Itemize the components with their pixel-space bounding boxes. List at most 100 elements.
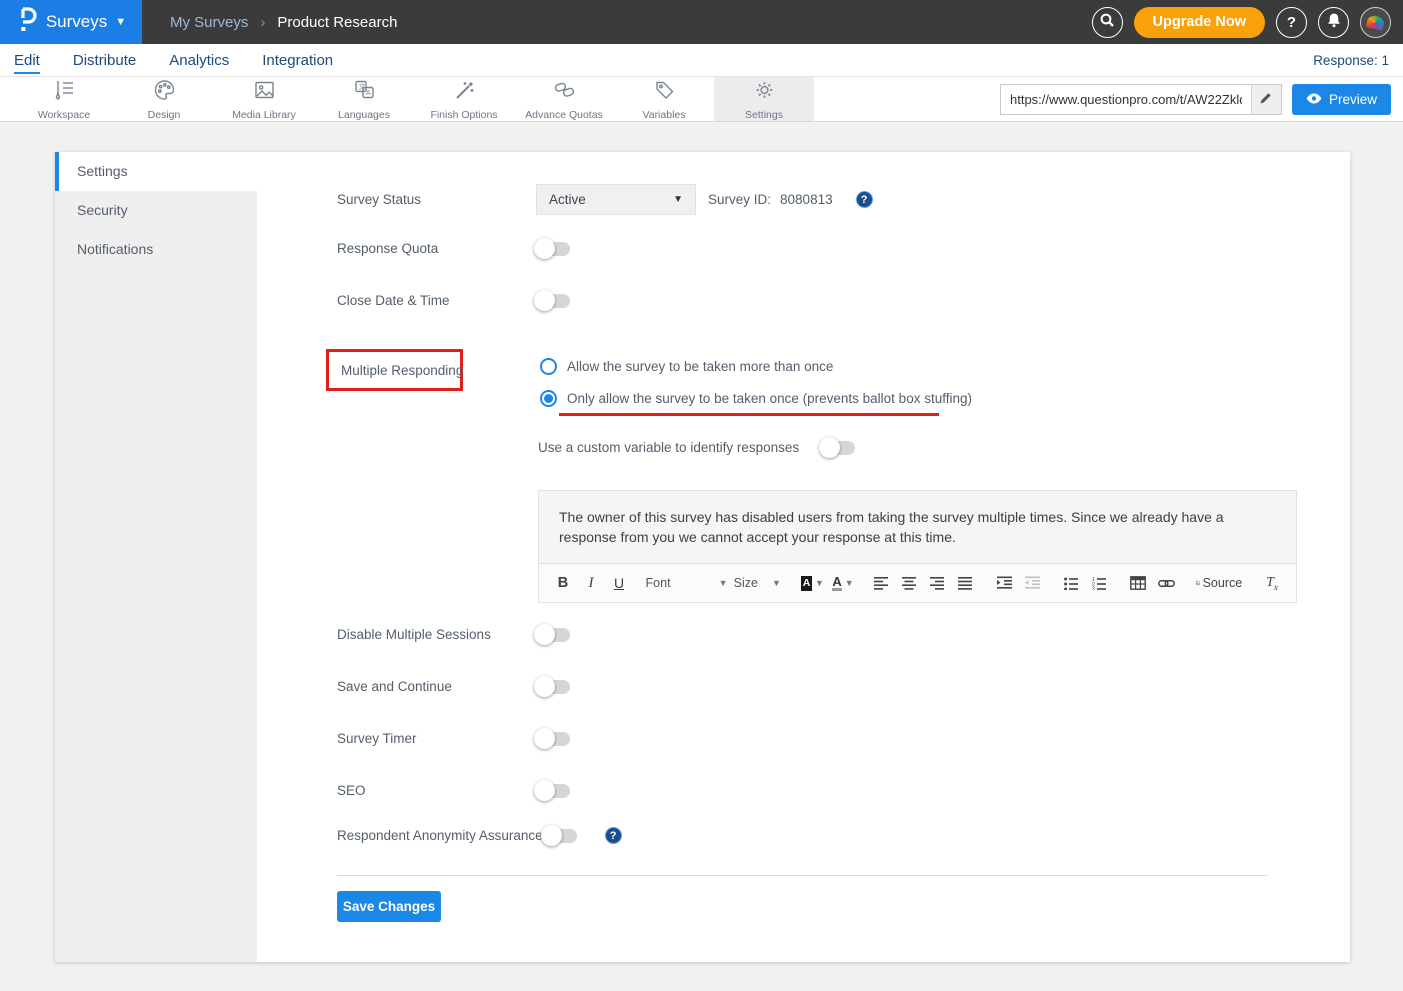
svg-text:A: A <box>365 88 370 97</box>
chevron-down-icon: ▼ <box>815 578 824 588</box>
media-library-icon <box>252 78 277 107</box>
svg-text:3: 3 <box>1092 586 1095 590</box>
edit-url-button[interactable] <box>1251 85 1281 114</box>
chevron-down-icon: ▼ <box>845 578 854 588</box>
numbered-list-button[interactable]: 123 <box>1087 570 1111 596</box>
survey-status-row: Survey Status Active ▼ Survey ID: 808081… <box>337 184 873 215</box>
custom-variable-row: Use a custom variable to identify respon… <box>538 440 855 455</box>
toolbar-item-languages[interactable]: 文A Languages <box>314 77 414 121</box>
survey-timer-row: Survey Timer <box>337 731 570 746</box>
survey-id: Survey ID: 8080813 ? <box>708 191 873 208</box>
tab-integration[interactable]: Integration <box>262 52 333 69</box>
breadcrumb-my-surveys[interactable]: My Surveys <box>170 14 248 31</box>
help-button[interactable]: ? <box>1276 7 1307 38</box>
bold-button[interactable]: B <box>551 570 575 596</box>
survey-status-help-icon[interactable]: ? <box>856 191 873 208</box>
bell-icon <box>1326 12 1342 32</box>
outdent-button[interactable] <box>1021 570 1045 596</box>
notifications-button[interactable] <box>1318 7 1349 38</box>
toolbar-item-variables[interactable]: Variables <box>614 77 714 121</box>
toolbar-item-settings[interactable]: Settings <box>714 77 814 121</box>
disabled-message-text[interactable]: The owner of this survey has disabled us… <box>539 491 1296 563</box>
survey-status-label: Survey Status <box>337 192 536 207</box>
survey-id-label: Survey ID: <box>708 192 771 207</box>
close-date-row: Close Date & Time <box>337 293 570 308</box>
remove-format-button[interactable]: Tx <box>1260 570 1284 596</box>
save-and-continue-label: Save and Continue <box>337 679 536 694</box>
multiple-responding-label: Multiple Responding <box>341 363 460 378</box>
respondent-anonymity-help-icon[interactable]: ? <box>605 827 622 844</box>
toolbar-item-design[interactable]: Design <box>114 77 214 121</box>
source-button[interactable]: ◈ Source <box>1193 570 1245 596</box>
survey-status-select[interactable]: Active ▼ <box>536 184 696 215</box>
table-button[interactable] <box>1126 570 1150 596</box>
edit-toolbar: Workspace Design Media Library 文A Langua… <box>0 77 1403 122</box>
workspace-icon <box>52 78 77 107</box>
breadcrumb-current: Product Research <box>277 14 397 31</box>
questionpro-logo <box>16 6 38 38</box>
seo-label: SEO <box>337 783 536 798</box>
finish-options-icon <box>452 78 477 107</box>
multiple-responding-option-1: Allow the survey to be taken more than o… <box>540 358 833 375</box>
align-center-button[interactable] <box>898 570 922 596</box>
design-icon <box>152 78 177 107</box>
toolbar-item-media-library[interactable]: Media Library <box>214 77 314 121</box>
brand-label: Surveys <box>46 12 107 32</box>
survey-timer-toggle[interactable] <box>536 732 570 746</box>
toolbar-item-advance-quotas[interactable]: Advance Quotas <box>514 77 614 121</box>
size-dropdown[interactable]: Size▼ <box>731 570 783 596</box>
seo-toggle[interactable] <box>536 784 570 798</box>
settings-content: Survey Status Active ▼ Survey ID: 808081… <box>55 152 1350 962</box>
search-button[interactable] <box>1092 7 1123 38</box>
font-dropdown[interactable]: Font▼ <box>646 570 727 596</box>
upgrade-now-button[interactable]: Upgrade Now <box>1134 7 1265 38</box>
bulleted-list-button[interactable] <box>1059 570 1083 596</box>
align-right-button[interactable] <box>926 570 950 596</box>
link-button[interactable] <box>1154 570 1178 596</box>
response-quota-toggle[interactable] <box>536 242 570 256</box>
radio-allow-multiple[interactable] <box>540 358 557 375</box>
background-color-button[interactable]: A▼ <box>798 570 827 596</box>
toolbar-item-finish-options[interactable]: Finish Options <box>414 77 514 121</box>
avatar-logo <box>1366 14 1385 30</box>
respondent-anonymity-toggle[interactable] <box>543 829 577 843</box>
close-date-toggle[interactable] <box>536 294 570 308</box>
justify-button[interactable] <box>954 570 978 596</box>
text-color-button[interactable]: A▼ <box>831 570 855 596</box>
help-icon: ? <box>1287 14 1296 31</box>
tab-analytics[interactable]: Analytics <box>169 52 229 69</box>
disable-multiple-sessions-toggle[interactable] <box>536 628 570 642</box>
response-counter[interactable]: Response: 1 <box>1313 53 1389 68</box>
eye-icon <box>1306 92 1322 107</box>
custom-variable-label: Use a custom variable to identify respon… <box>538 440 799 455</box>
save-changes-button[interactable]: Save Changes <box>337 891 441 922</box>
chevron-down-icon: ▼ <box>772 578 781 588</box>
languages-icon: 文A <box>352 78 377 107</box>
tab-distribute[interactable]: Distribute <box>73 52 136 69</box>
toolbar-item-workspace[interactable]: Workspace <box>14 77 114 121</box>
preview-button[interactable]: Preview <box>1292 84 1391 115</box>
chevron-down-icon: ▼ <box>719 578 728 588</box>
close-date-label: Close Date & Time <box>337 293 536 308</box>
avatar[interactable] <box>1360 7 1391 38</box>
response-quota-row: Response Quota <box>337 241 570 256</box>
tab-edit[interactable]: Edit <box>14 52 40 69</box>
brand-menu[interactable]: Surveys ▼ <box>0 0 142 44</box>
chevron-down-icon: ▼ <box>673 194 683 205</box>
italic-button[interactable]: I <box>579 570 603 596</box>
survey-url-zone: Preview <box>1000 77 1403 121</box>
radio-only-once[interactable] <box>540 390 557 407</box>
align-left-button[interactable] <box>870 570 894 596</box>
breadcrumb: My Surveys › Product Research <box>170 14 397 31</box>
response-quota-label: Response Quota <box>337 241 536 256</box>
indent-button[interactable] <box>993 570 1017 596</box>
multiple-responding-option-2: Only allow the survey to be taken once (… <box>540 390 972 407</box>
topbar-actions: Upgrade Now ? <box>1092 7 1403 38</box>
custom-variable-toggle[interactable] <box>821 441 855 455</box>
search-icon <box>1099 12 1115 32</box>
disabled-message-editor: The owner of this survey has disabled us… <box>538 490 1297 603</box>
survey-url-input[interactable] <box>1001 85 1251 114</box>
underline-button[interactable]: U <box>607 570 631 596</box>
disable-multiple-sessions-row: Disable Multiple Sessions <box>337 627 570 642</box>
save-and-continue-toggle[interactable] <box>536 680 570 694</box>
